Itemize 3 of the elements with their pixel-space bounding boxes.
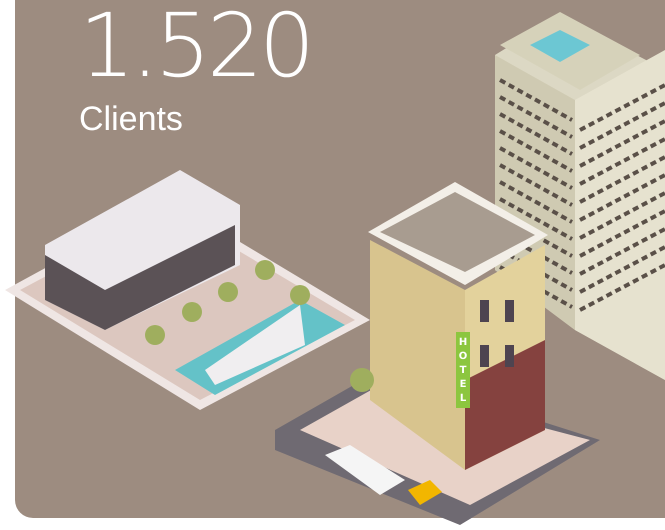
stat-value: 1.520 (79, 2, 311, 90)
hotel-building-drawing: HOTEL (275, 182, 600, 525)
stat-label: Clients (79, 100, 183, 139)
